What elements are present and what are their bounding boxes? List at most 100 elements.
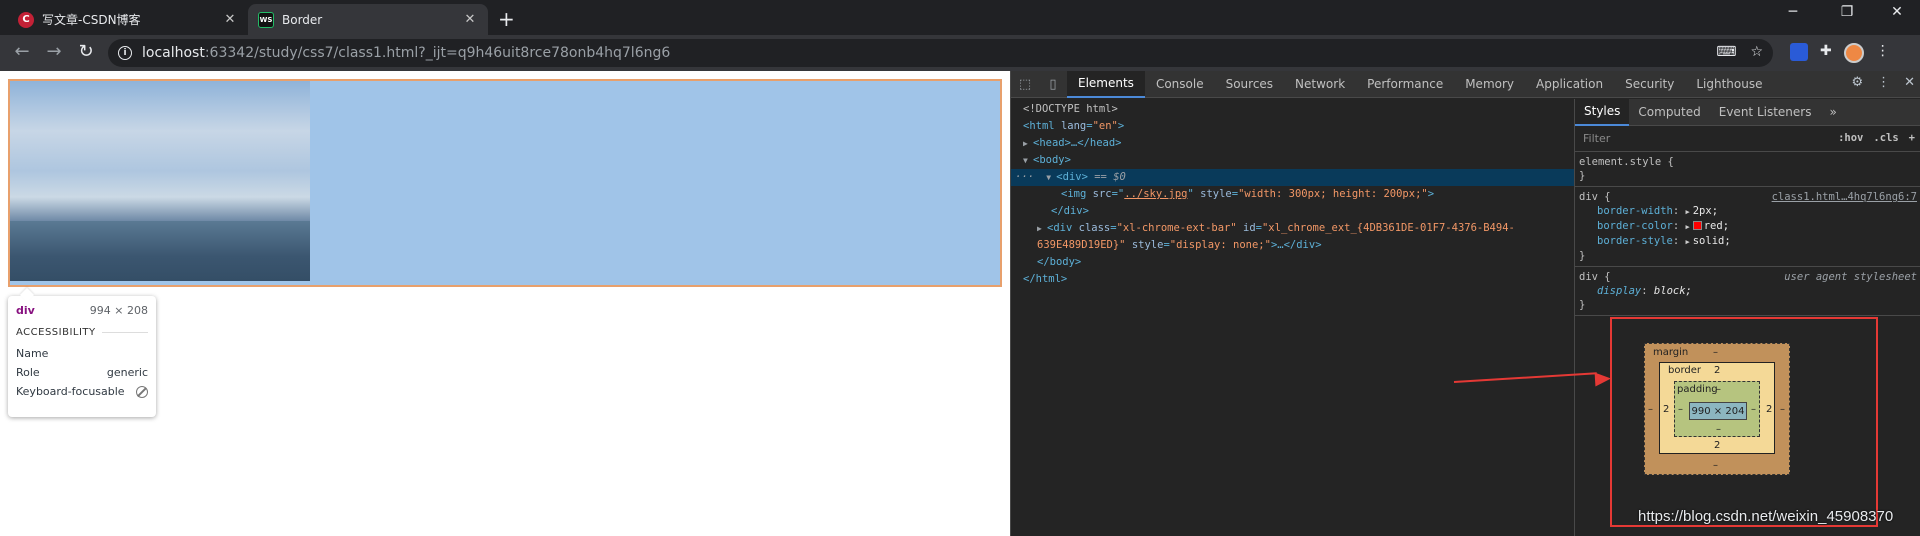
cls-toggle[interactable]: .cls [1873, 132, 1898, 144]
collapse-triangle-icon[interactable]: ▼ [1023, 152, 1033, 169]
device-toolbar-icon[interactable]: ▯ [1039, 77, 1067, 92]
tab-title: Border [282, 12, 323, 27]
dom-node[interactable]: ▶ <div class="xl-chrome-ext-bar" id="xl_c… [1011, 220, 1574, 237]
tab-lighthouse[interactable]: Lighthouse [1685, 71, 1773, 98]
dom-node[interactable]: <html lang="en"> [1011, 118, 1574, 135]
style-rule-ua[interactable]: div { user agent stylesheet display: blo… [1575, 267, 1920, 316]
puzzle-icon[interactable]: ✚ [1820, 43, 1832, 63]
style-property[interactable]: border-style: ▶ solid; [1579, 234, 1917, 249]
attr-value: 639E489D19ED}" [1037, 239, 1126, 251]
tab-application[interactable]: Application [1525, 71, 1614, 98]
info-icon[interactable]: i [118, 46, 132, 60]
tab-sources[interactable]: Sources [1215, 71, 1284, 98]
expand-triangle-icon[interactable]: ▶ [1023, 135, 1033, 152]
dom-node[interactable]: ▼ <body> [1011, 152, 1574, 169]
new-tab-button[interactable]: + [498, 7, 515, 31]
tab-memory[interactable]: Memory [1454, 71, 1525, 98]
url-host: localhost [142, 45, 205, 61]
attr-name: style [1131, 239, 1164, 251]
rule-close: } [1579, 250, 1586, 262]
attr-name: lang [1060, 120, 1087, 132]
expand-triangle-icon[interactable]: ▶ [1037, 220, 1047, 237]
tooltip-row: Role generic [16, 363, 148, 382]
style-property[interactable]: border-color: ▶ red; [1579, 219, 1917, 234]
bookmark-extension-icon[interactable] [1790, 43, 1808, 61]
translate-icon[interactable]: ⌨ [1716, 44, 1736, 60]
new-rule-button[interactable]: + [1909, 132, 1915, 144]
dom-node[interactable]: <!DOCTYPE html> [1011, 101, 1574, 118]
reload-button[interactable]: ↻ [74, 41, 98, 62]
close-devtools-icon[interactable]: ✕ [1904, 75, 1915, 90]
sky-image [10, 81, 310, 281]
property-value: 2px; [1692, 205, 1719, 217]
dom-node-selected[interactable]: ··· ▼ <div> == $0 [1011, 169, 1574, 186]
property-name: border-style [1597, 235, 1673, 247]
tab-strip: C 写文章-CSDN博客 ✕ WS Border ✕ + ─ ❐ ✕ [0, 0, 1920, 35]
rule-close: } [1579, 170, 1586, 182]
restore-button[interactable]: ❐ [1824, 4, 1870, 20]
devtools-menu-icon[interactable]: ⋮ [1877, 75, 1890, 90]
attr-value: "display: none;" [1169, 239, 1271, 251]
property-value: red; [1703, 220, 1730, 232]
html-tag: <html [1023, 120, 1055, 132]
attr-value: "en" [1092, 120, 1118, 132]
kebab-menu-icon[interactable]: ⋮ [1876, 43, 1890, 63]
more-tabs-icon[interactable]: » [1820, 99, 1845, 126]
style-property: display: block; [1597, 285, 1692, 297]
tab-styles[interactable]: Styles [1575, 98, 1630, 126]
dom-node[interactable]: </body> [1011, 254, 1574, 271]
tab-console[interactable]: Console [1145, 71, 1215, 98]
settings-gear-icon[interactable]: ⚙ [1851, 75, 1863, 90]
tab-network[interactable]: Network [1284, 71, 1356, 98]
close-icon[interactable]: ✕ [462, 12, 478, 27]
address-bar[interactable]: i localhost:63342/study/css7/class1.html… [108, 39, 1773, 67]
tab-computed[interactable]: Computed [1629, 99, 1709, 126]
avatar[interactable] [1843, 43, 1864, 63]
rule-source-link[interactable]: class1.html…4hq7l6ng6:7 [1772, 190, 1917, 204]
attr-name: src [1092, 188, 1112, 200]
body-close-tag: </body> [1037, 256, 1082, 268]
collapse-triangle-icon[interactable]: ▼ [1046, 169, 1056, 186]
tab-performance[interactable]: Performance [1356, 71, 1454, 98]
tooltip-row: Keyboard-focusable [16, 382, 148, 401]
hov-toggle[interactable]: :hov [1838, 132, 1863, 144]
watermark: https://blog.csdn.net/weixin_45908370 [1638, 508, 1894, 525]
attr-name: id [1243, 222, 1256, 234]
styles-tabbar: Styles Computed Event Listeners » [1575, 98, 1920, 126]
inspect-element-icon[interactable]: ⬚ [1011, 77, 1039, 92]
tooltip-section-title: ACCESSIBILITY [16, 327, 148, 338]
dom-node[interactable]: </html> [1011, 271, 1574, 288]
rule-close: } [1579, 299, 1586, 311]
dom-node[interactable]: </div> [1011, 203, 1574, 220]
style-property[interactable]: border-width: ▶ 2px; [1579, 204, 1917, 219]
tab-elements[interactable]: Elements [1067, 70, 1145, 98]
color-swatch[interactable] [1692, 221, 1702, 230]
minimize-button[interactable]: ─ [1770, 4, 1816, 20]
expand-shorthand-icon[interactable]: ▶ [1686, 205, 1690, 219]
tab-event-listeners[interactable]: Event Listeners [1710, 99, 1821, 126]
webstorm-icon: WS [258, 11, 274, 28]
star-icon[interactable]: ☆ [1750, 44, 1763, 60]
styles-filter-input[interactable]: Filter :hov .cls + [1575, 126, 1920, 152]
expand-shorthand-icon[interactable]: ▶ [1686, 235, 1690, 249]
tab-security[interactable]: Security [1614, 71, 1685, 98]
attr-name: class [1078, 222, 1111, 234]
highlighted-div[interactable] [8, 79, 1002, 287]
close-window-button[interactable]: ✕ [1874, 4, 1920, 20]
expand-shorthand-icon[interactable]: ▶ [1686, 220, 1690, 234]
dom-node-continuation[interactable]: 639E489D19ED}" style="display: none;">…<… [1011, 237, 1574, 254]
style-rule-element[interactable]: element.style { } [1575, 152, 1920, 187]
img-src-link[interactable]: ../sky.jpg [1124, 188, 1187, 200]
forward-button[interactable]: → [42, 41, 66, 62]
attr-name: style [1200, 188, 1232, 200]
node-menu-icon[interactable]: ··· [1015, 171, 1034, 183]
back-button[interactable]: ← [10, 41, 34, 62]
div-close-tag: </div> [1051, 205, 1089, 217]
dom-node[interactable]: ▶ <head>…</head> [1011, 135, 1574, 152]
tab-border[interactable]: WS Border ✕ [248, 4, 488, 35]
dom-node[interactable]: <img src="../sky.jpg" style="width: 300p… [1011, 186, 1574, 203]
style-rule-div[interactable]: div { class1.html…4hq7l6ng6:7 border-wid… [1575, 187, 1920, 267]
tab-csdn[interactable]: C 写文章-CSDN博客 ✕ [8, 4, 248, 35]
close-icon[interactable]: ✕ [222, 12, 238, 27]
attr-value: "width: 300px; height: 200px;" [1238, 188, 1428, 200]
